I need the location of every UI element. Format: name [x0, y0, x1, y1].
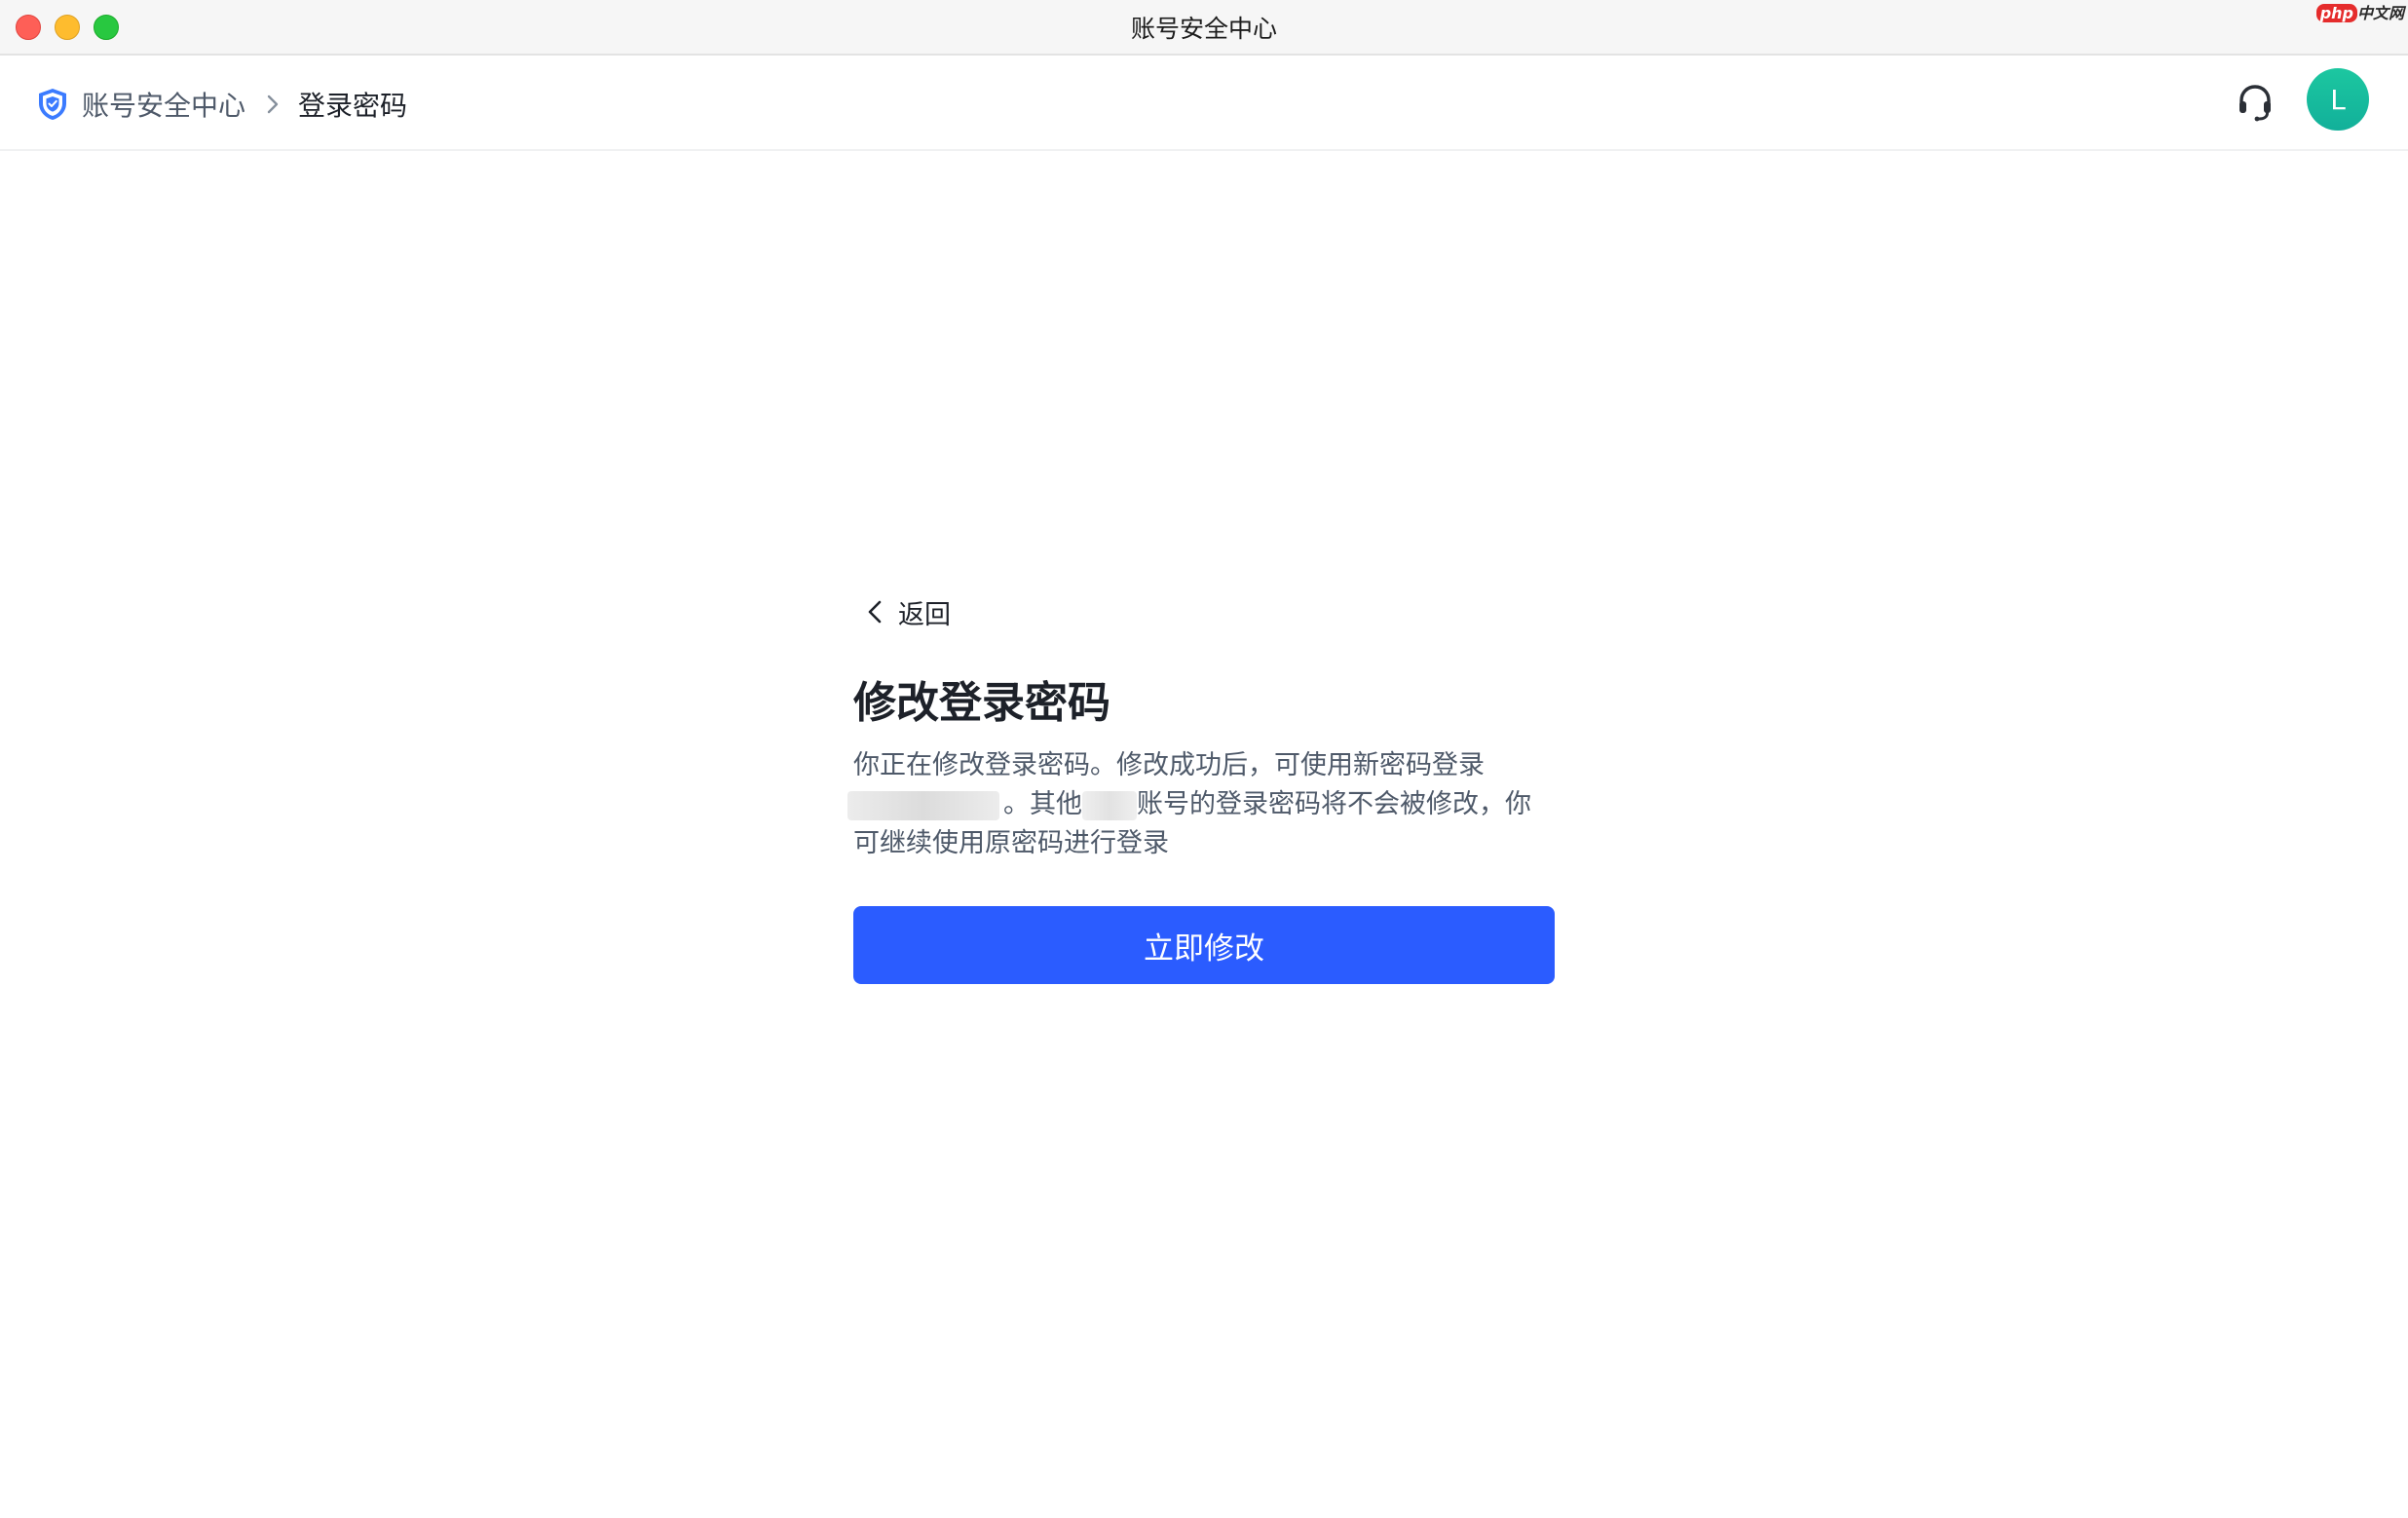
description-part-1: 你正在修改登录密码。修改成功后，可使用新密码登录 [853, 750, 1485, 780]
window-titlebar: 账号安全中心 php 中文网 [0, 0, 2408, 56]
breadcrumb-item-login-password: 登录密码 [298, 90, 408, 122]
headset-icon[interactable] [2235, 82, 2276, 123]
redacted-app-name [1082, 790, 1137, 820]
app-header: 账号安全中心 登录密码 L [0, 56, 2408, 151]
watermark-cn: 中文网 [2356, 4, 2404, 22]
change-password-panel: 返回 修改登录密码 你正在修改登录密码。修改成功后，可使用新密码登录 。其他 账号… [847, 592, 1555, 984]
breadcrumb-item-account-security[interactable]: 账号安全中心 [82, 85, 245, 124]
description-part-2: 。其他 [1003, 789, 1082, 819]
chevron-right-icon [267, 95, 279, 114]
site-watermark: php 中文网 [2315, 0, 2404, 23]
redacted-account [847, 790, 999, 820]
watermark-php: php [2315, 4, 2357, 22]
back-label: 返回 [898, 599, 951, 630]
breadcrumb: 账号安全中心 登录密码 [37, 85, 407, 124]
back-link[interactable]: 返回 [853, 592, 951, 631]
user-avatar[interactable]: L [2307, 68, 2369, 131]
change-now-button[interactable]: 立即修改 [853, 906, 1555, 984]
description-text: 你正在修改登录密码。修改成功后，可使用新密码登录 。其他 账号的登录密码将不会被修… [847, 746, 1555, 863]
shield-icon [39, 89, 66, 120]
window-title: 账号安全中心 [1130, 15, 1277, 43]
page-title: 修改登录密码 [853, 678, 1110, 728]
chevron-left-icon [868, 600, 882, 624]
